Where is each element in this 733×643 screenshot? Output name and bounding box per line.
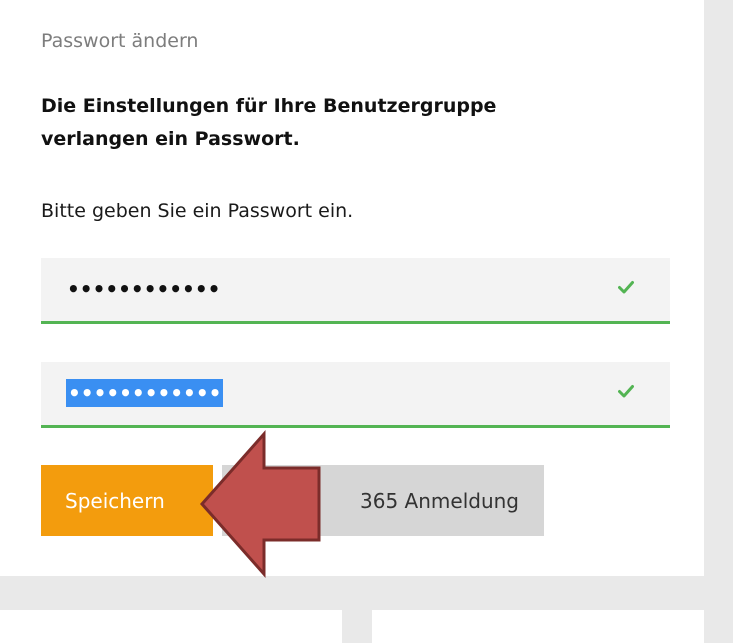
password-instruction: Bitte geben Sie ein Passwort ein. <box>41 200 354 222</box>
dialog-title: Passwort ändern <box>41 30 199 52</box>
password-value: •••••••••••• <box>67 277 221 301</box>
check-icon <box>618 385 634 398</box>
arrow-left-icon <box>199 430 321 578</box>
password-confirm-field[interactable]: •••••••••••• <box>41 362 670 428</box>
save-button[interactable]: Speichern <box>41 465 213 536</box>
password-confirm-value: •••••••••••• <box>66 379 224 407</box>
check-icon <box>618 281 634 294</box>
bottom-card-right <box>372 610 704 643</box>
password-field[interactable]: •••••••••••• <box>41 258 670 324</box>
password-requirement-notice: Die Einstellungen für Ihre Benutzergrupp… <box>41 95 497 150</box>
bottom-card-left <box>0 610 342 643</box>
right-panel-edge <box>704 0 733 643</box>
